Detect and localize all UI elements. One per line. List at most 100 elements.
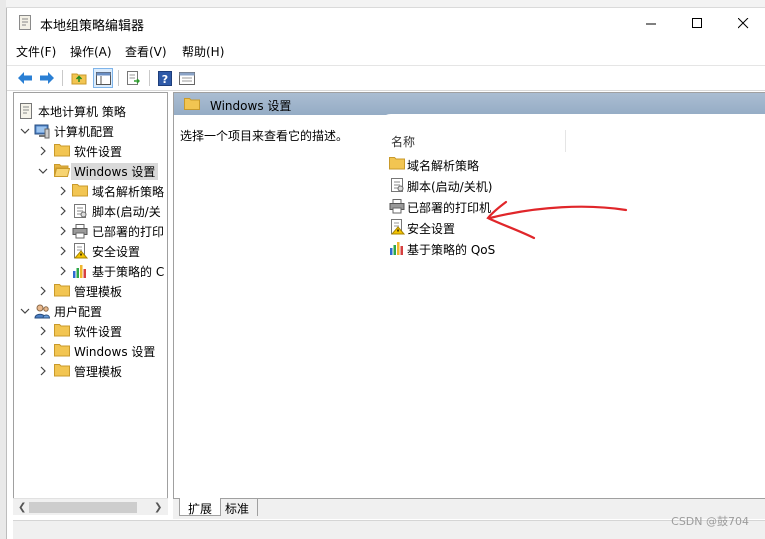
maximize-button[interactable]: [674, 8, 720, 38]
printer-icon: [72, 223, 88, 239]
tree-node[interactable]: 域名解析策略: [14, 181, 167, 201]
chevron-right-icon[interactable]: [58, 265, 68, 276]
script-icon: [72, 203, 88, 219]
script-icon: [389, 177, 405, 193]
tree-node[interactable]: 计算机配置: [14, 121, 167, 141]
chevron-right-icon[interactable]: [38, 145, 48, 156]
content-header: Windows 设置: [174, 93, 765, 115]
chevron-right-icon[interactable]: [58, 245, 68, 256]
toolbar-separator: [149, 70, 150, 86]
column-separator[interactable]: [565, 130, 566, 152]
tree-node[interactable]: 已部署的打印: [14, 221, 167, 241]
tree-node[interactable]: 用户配置: [14, 301, 167, 321]
tree-node-label: Windows 设置: [74, 345, 156, 359]
up-level-button[interactable]: [69, 68, 89, 88]
list-item-label: 域名解析策略: [407, 159, 480, 173]
properties-icon: [179, 71, 195, 85]
tree-node-label: 软件设置: [74, 145, 123, 159]
chevron-right-icon[interactable]: [58, 225, 68, 236]
back-arrow-icon: [18, 72, 32, 84]
list-item-label: 脚本(启动/关机): [407, 180, 493, 194]
watermark: CSDN @鼓704: [671, 515, 749, 528]
item-description: 选择一个项目来查看它的描述。: [180, 129, 349, 143]
tree-horizontal-scrollbar[interactable]: ❮ ❯: [13, 498, 168, 515]
chevron-right-icon[interactable]: [38, 325, 48, 336]
tree-node[interactable]: 管理模板: [14, 361, 167, 381]
folder-icon: [389, 156, 405, 172]
chevron-right-icon[interactable]: [38, 345, 48, 356]
help-button[interactable]: ?: [155, 68, 175, 88]
export-list-icon: [127, 71, 140, 85]
folder-icon: [54, 363, 70, 379]
content-header-title: Windows 设置: [210, 99, 292, 113]
menu-help[interactable]: 帮助(H): [182, 43, 224, 60]
show-hide-tree-button[interactable]: [93, 68, 113, 88]
tree-node-label: 本地计算机 策略: [38, 105, 126, 119]
column-header-name[interactable]: 名称: [391, 133, 415, 150]
menu-bar: 文件(F) 操作(A) 查看(V) 帮助(H): [7, 40, 765, 62]
scroll-left-icon[interactable]: ❮: [18, 502, 26, 513]
folder-icon: [54, 343, 70, 359]
tree-node-label: 计算机配置: [54, 125, 115, 139]
tree-node-label: 基于策略的 C: [92, 265, 165, 279]
chevron-down-icon[interactable]: [38, 165, 48, 175]
minimize-icon: [645, 23, 656, 24]
tree-node[interactable]: 软件设置: [14, 321, 167, 341]
title-bar[interactable]: 本地组策略编辑器: [7, 8, 765, 38]
chevron-right-icon[interactable]: [58, 205, 68, 216]
scrollbar-thumb[interactable]: [29, 502, 137, 513]
tree-node-label: 管理模板: [74, 365, 123, 379]
export-list-button[interactable]: [124, 68, 144, 88]
toolbar: ?: [7, 65, 765, 91]
tree-node[interactable]: 安全设置: [14, 241, 167, 261]
back-button[interactable]: [15, 68, 35, 88]
folder-icon: [72, 183, 88, 199]
toolbar-separator: [62, 70, 63, 86]
security-icon: [72, 243, 89, 259]
computer-icon: [34, 123, 50, 139]
close-button[interactable]: [720, 8, 765, 38]
folder-icon: [54, 323, 70, 339]
svg-text:?: ?: [162, 73, 168, 86]
tab-extended[interactable]: 扩展: [179, 498, 222, 516]
chevron-down-icon[interactable]: [20, 305, 30, 315]
annotation-arrow-icon: [486, 200, 628, 240]
items-list[interactable]: 名称 域名解析策略 脚本(启动/关机) 已部署的打印机 安全设置 基于策略的 QoS: [377, 114, 765, 498]
tree-node[interactable]: Windows 设置: [14, 161, 167, 181]
qos-chart-icon: [72, 263, 88, 279]
forward-button[interactable]: [37, 68, 57, 88]
tree-node[interactable]: 脚本(启动/关: [14, 201, 167, 221]
tree-node[interactable]: Windows 设置: [14, 341, 167, 361]
chevron-right-icon[interactable]: [38, 365, 48, 376]
folder-icon: [54, 283, 70, 299]
policy-app-icon: [19, 15, 31, 30]
close-icon: [737, 17, 748, 28]
menu-view[interactable]: 查看(V): [125, 43, 167, 60]
menu-file[interactable]: 文件(F): [16, 43, 56, 60]
tree-node[interactable]: 管理模板: [14, 281, 167, 301]
tree-node[interactable]: 软件设置: [14, 141, 167, 161]
menu-action[interactable]: 操作(A): [70, 43, 112, 60]
tree-node[interactable]: 基于策略的 C: [14, 261, 167, 281]
properties-button[interactable]: [177, 68, 197, 88]
tree-node-label: Windows 设置: [71, 163, 159, 180]
users-icon: [34, 303, 51, 319]
chevron-right-icon[interactable]: [58, 185, 68, 196]
help-icon: ?: [158, 70, 172, 86]
tree-pane[interactable]: 本地计算机 策略 计算机配置 软件设置 Windows 设置 域名解析策略 脚本(启动/关…: [13, 92, 168, 508]
folder-open-icon: [53, 163, 71, 179]
gpedit-window: 本地组策略编辑器 文件(F) 操作(A) 查看(V) 帮助(H) ? 本地计算机…: [6, 8, 765, 539]
window-title: 本地组策略编辑器: [40, 19, 145, 34]
tab-standard[interactable]: 标准: [217, 498, 259, 516]
status-bar: [13, 520, 765, 539]
minimize-button[interactable]: [628, 8, 674, 38]
toolbar-separator: [118, 70, 119, 86]
policy-doc-icon: [18, 103, 34, 119]
chevron-right-icon[interactable]: [38, 285, 48, 296]
scroll-right-icon[interactable]: ❯: [154, 502, 162, 513]
tree-node[interactable]: 本地计算机 策略: [14, 101, 167, 121]
chevron-down-icon[interactable]: [20, 125, 30, 135]
tree-node-label: 安全设置: [92, 245, 141, 259]
show-hide-tree-icon: [95, 71, 111, 85]
folder-icon: [184, 98, 200, 110]
